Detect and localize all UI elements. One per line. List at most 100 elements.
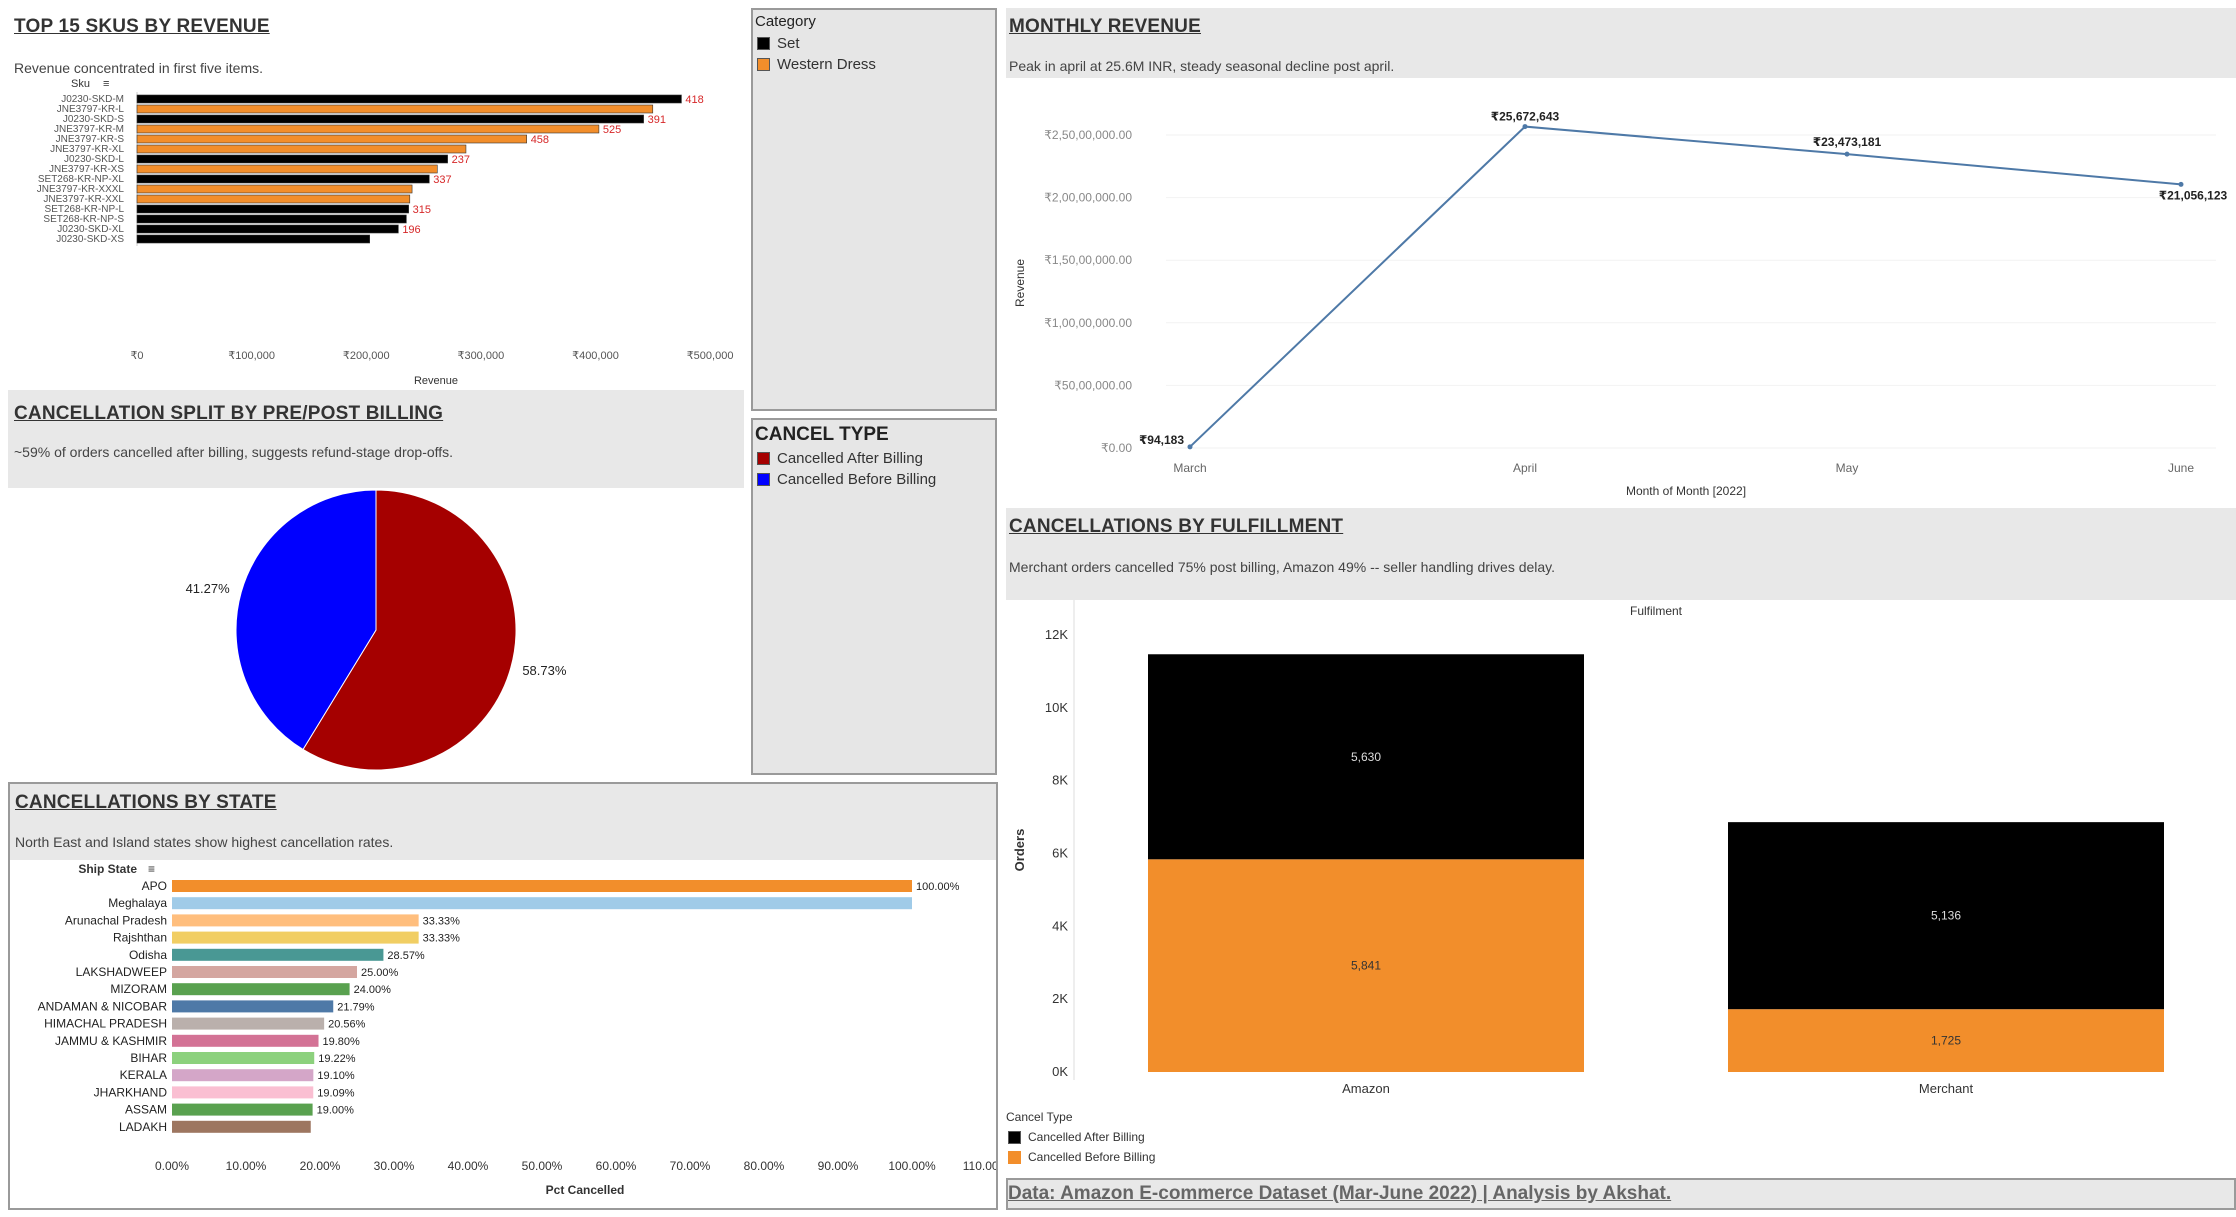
legend-label-set: Set: [777, 35, 800, 52]
state-title: CANCELLATIONS BY STATE: [15, 792, 277, 813]
sku-bar-jne3797-kr-s: [136, 134, 527, 144]
line-ytick-3: ₹1,50,00,000.00: [1044, 253, 1132, 267]
state-label-meghalaya: Meghalaya: [108, 896, 167, 910]
legend-item-western-dress[interactable]: Western Dress: [757, 56, 876, 73]
sku-tick-5: ₹500,000: [687, 350, 734, 362]
state-bar-jammu-kashmir: [172, 1034, 319, 1047]
state-data-label-arunachal-pradesh: 33.33%: [423, 915, 461, 927]
stack-ytick-4: 8K: [1052, 773, 1068, 788]
state-label-andaman-nicobar: ANDAMAN & NICOBAR: [38, 999, 168, 1013]
state-tick-9: 90.00%: [818, 1159, 859, 1173]
state-sort-icon: ≡: [148, 862, 155, 876]
state-data-label-kerala: 19.10%: [317, 1070, 355, 1082]
legend-item-cancelled-after[interactable]: Cancelled After Billing: [757, 450, 923, 467]
fulfillment-caption: Merchant orders cancelled 75% post billi…: [1009, 559, 1556, 575]
state-bar-rajshthan: [172, 931, 419, 944]
state-data-label-bihar: 19.22%: [318, 1053, 356, 1065]
state-bar-arunachal-pradesh: [172, 914, 419, 927]
cancel-split-chart: 58.73% 41.27%: [8, 488, 744, 775]
sku-bar-j0230-skd-l: [136, 154, 448, 164]
line-point-march: [1187, 444, 1193, 450]
state-tick-1: 10.00%: [226, 1159, 267, 1173]
sku-bar-jne3797-kr-xl: [136, 144, 467, 154]
line-data-label-april: ₹25,672,643: [1491, 110, 1560, 124]
state-tick-4: 40.00%: [448, 1159, 489, 1173]
state-label-apo: APO: [142, 879, 167, 893]
line-data-label-june: ₹21,056,123: [2159, 188, 2228, 202]
line-xtick-march: March: [1173, 461, 1206, 475]
state-label-jharkhand: JHARKHAND: [94, 1085, 168, 1099]
stack-xtick-amazon: Amazon: [1342, 1081, 1390, 1096]
pie-label-cancelled-after-billing: 58.73%: [522, 663, 567, 678]
state-label-lakshadweep: LAKSHADWEEP: [76, 965, 167, 979]
state-bar-ladakh: [172, 1120, 311, 1133]
top-skus-panel: TOP 15 SKUS BY REVENUE Revenue concentra…: [8, 8, 744, 386]
cancel-split-caption: ~59% of orders cancelled after billing, …: [14, 444, 454, 460]
state-label-odisha: Odisha: [129, 948, 167, 962]
sku-data-label-jne3797-kr-m: 525: [603, 124, 621, 136]
sku-data-label-j0230-skd-l: 237: [452, 154, 470, 166]
state-bar-lakshadweep: [172, 966, 357, 978]
legend-item-cancelled-before[interactable]: Cancelled Before Billing: [757, 471, 936, 488]
legend-label-cancelled-after: Cancelled After Billing: [777, 450, 923, 467]
legend-item-set[interactable]: Set: [757, 35, 800, 52]
line-series-revenue: [1189, 125, 2182, 448]
stack-data-label-amazon-cancelled-after-billing: 5,630: [1351, 750, 1381, 764]
sku-bar-jne3797-kr-xxxl: [136, 184, 413, 194]
state-caption: North East and Island states show highes…: [15, 834, 394, 850]
footer-box: Data: Amazon E-commerce Dataset (Mar-Jun…: [1006, 1178, 2236, 1210]
line-ytick-5: ₹2,50,00,000.00: [1044, 128, 1132, 142]
state-data-label-himachal-pradesh: 20.56%: [328, 1019, 366, 1031]
sku-bar-set268-kr-np-xl: [136, 174, 430, 184]
state-tick-11: 110.00%: [963, 1159, 996, 1173]
sku-bar-set268-kr-np-l: [136, 204, 409, 214]
state-label-ladakh: LADAKH: [119, 1120, 167, 1134]
sku-tick-0: ₹0: [130, 350, 143, 362]
state-label-kerala: KERALA: [120, 1068, 167, 1082]
sku-bar-set268-kr-np-s: [136, 214, 407, 224]
sku-tick-3: ₹300,000: [457, 350, 504, 362]
state-data-label-apo: 100.00%: [916, 881, 960, 893]
top-skus-chart: Sku ≡J0230-SKD-M 418JNE3797-KR-LJ0230-SKD-…: [37, 78, 734, 386]
state-tick-3: 30.00%: [374, 1159, 415, 1173]
state-data-label-jammu-kashmir: 19.80%: [323, 1036, 361, 1048]
line-xtick-april: April: [1513, 461, 1537, 475]
monthly-revenue-panel: MONTHLY REVENUE Peak in april at 25.6M I…: [1006, 8, 2236, 500]
state-label-rajshthan: Rajshthan: [113, 931, 167, 945]
stack-ytick-6: 12K: [1045, 627, 1068, 642]
sku-tick-4: ₹400,000: [572, 350, 619, 362]
state-tick-0: 0.00%: [155, 1159, 189, 1173]
cancel-type-legend-title: CANCEL TYPE: [755, 424, 889, 445]
line-ytick-0: ₹0.00: [1101, 441, 1132, 455]
state-bar-apo: [172, 880, 912, 892]
fulfillment-legend-before-label: Cancelled Before Billing: [1028, 1150, 1156, 1164]
fulfillment-legend-after[interactable]: Cancelled After Billing: [1008, 1130, 1145, 1144]
sku-label-j0230-skd-xs: J0230-SKD-XS: [56, 234, 124, 245]
sku-bar-jne3797-kr-l: [136, 104, 654, 114]
category-legend-title: Category: [755, 13, 816, 30]
legend-swatch-set: [757, 37, 770, 50]
state-x-axis-label: Pct Cancelled: [546, 1183, 625, 1197]
sku-data-label-j0230-skd-xl: 196: [402, 224, 420, 236]
fulfillment-swatch-before: [1008, 1150, 1021, 1164]
legend-label-western-dress: Western Dress: [777, 56, 876, 73]
state-bar-mizoram: [172, 983, 350, 996]
footer-credit[interactable]: Data: Amazon E-commerce Dataset (Mar-Jun…: [1008, 1183, 1671, 1205]
monthly-revenue-caption: Peak in april at 25.6M INR, steady seaso…: [1009, 58, 1395, 74]
fulfillment-legend-after-label: Cancelled After Billing: [1028, 1130, 1145, 1144]
state-label-arunachal-pradesh: Arunachal Pradesh: [65, 913, 167, 927]
pie-label-cancelled-before-billing: 41.27%: [186, 581, 231, 596]
sku-bar-jne3797-kr-xxl: [136, 194, 411, 204]
state-data-label-andaman-nicobar: 21.79%: [337, 1001, 375, 1013]
fulfillment-chart: Fulfilment 0K 2K 4K 6K 8K 10K 12K Orders 5,841 5,6…: [1006, 600, 2236, 1100]
state-bar-himachal-pradesh: [172, 1017, 325, 1030]
state-label-mizoram: MIZORAM: [110, 982, 167, 996]
sku-x-axis-label: Revenue: [414, 375, 458, 386]
sku-bar-j0230-skd-xs: [136, 234, 370, 244]
state-tick-6: 60.00%: [596, 1159, 637, 1173]
fulfillment-legend-title: Cancel Type: [1006, 1110, 1073, 1124]
sku-tick-1: ₹100,000: [228, 350, 275, 362]
fulfillment-legend-before[interactable]: Cancelled Before Billing: [1008, 1150, 1155, 1164]
state-label-jammu-kashmir: JAMMU & KASHMIR: [55, 1034, 167, 1048]
stack-ytick-2: 4K: [1052, 918, 1068, 933]
